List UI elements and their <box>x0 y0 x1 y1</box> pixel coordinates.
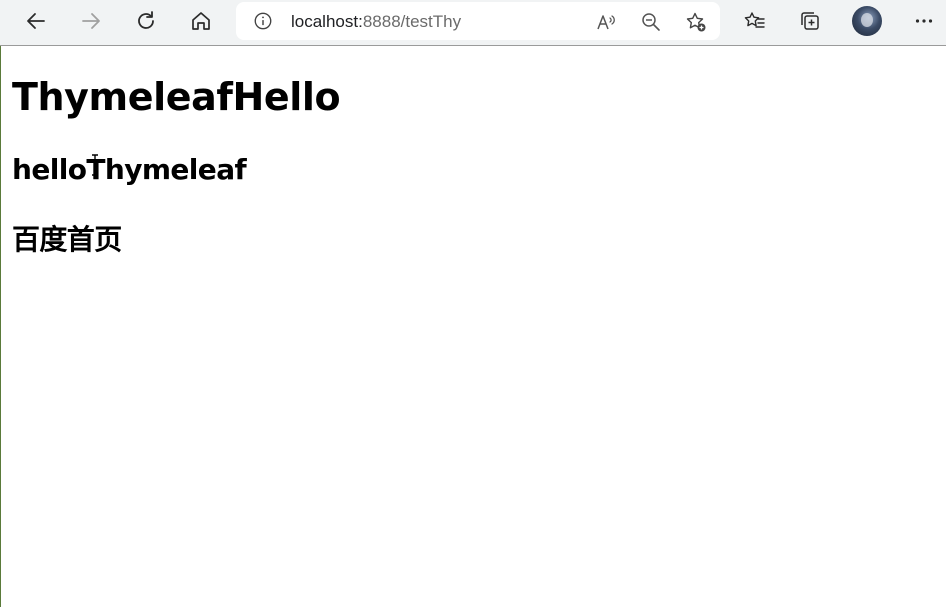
baidu-link-heading[interactable]: 百度首页 <box>12 218 122 258</box>
favorites-button[interactable] <box>737 5 773 37</box>
hello-heading: helloThymeleaf <box>12 153 247 186</box>
forward-icon <box>82 13 100 29</box>
back-icon <box>27 13 45 29</box>
text-cursor-icon <box>92 154 98 176</box>
favorites-icon <box>744 12 765 28</box>
profile-avatar[interactable] <box>852 6 882 36</box>
read-aloud-icon[interactable] <box>594 10 618 34</box>
url-host: localhost: <box>291 12 363 31</box>
refresh-icon <box>138 11 154 29</box>
more-button[interactable] <box>906 5 942 37</box>
collections-icon <box>801 12 819 30</box>
url-path: 8888/testThy <box>362 12 462 31</box>
back-button[interactable] <box>18 5 54 37</box>
address-bar[interactable]: localhost:8888/testThy <box>236 2 720 40</box>
zoom-out-icon[interactable] <box>639 10 663 34</box>
home-button[interactable] <box>183 5 219 37</box>
url-text[interactable]: localhost:8888/testThy <box>291 12 461 32</box>
more-icon <box>915 19 933 23</box>
home-icon <box>192 12 210 30</box>
browser-toolbar: localhost:8888/testThy <box>0 0 946 46</box>
info-icon[interactable] <box>252 10 274 32</box>
add-favorite-icon[interactable] <box>684 10 708 34</box>
forward-button[interactable] <box>73 5 109 37</box>
collections-button[interactable] <box>792 5 828 37</box>
page-content: ThymeleafHello helloThymeleaf 百度首页 <box>0 46 946 607</box>
refresh-button[interactable] <box>128 5 164 37</box>
page-heading: ThymeleafHello <box>12 75 341 119</box>
